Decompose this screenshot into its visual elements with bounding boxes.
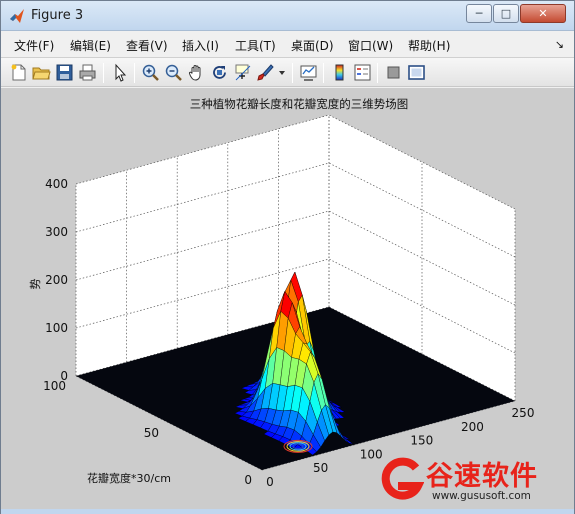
menu-window[interactable]: 窗口(W) — [348, 37, 393, 54]
x-tick-label: 50 — [313, 461, 328, 475]
toolbar-separator — [292, 63, 293, 83]
x-tick-label: 250 — [512, 406, 535, 420]
minimize-button[interactable]: ─ — [466, 4, 492, 23]
close-button[interactable]: ✕ — [520, 4, 566, 23]
z-tick-label: 400 — [45, 177, 68, 191]
figure-canvas[interactable]: 0 100 200 300 400 0 50 100 150 200 250 0 50 100 三种植物花… — [1, 88, 574, 509]
save-icon[interactable] — [55, 63, 74, 82]
z-axis-label: 势 — [29, 279, 42, 290]
zoom-in-icon[interactable] — [141, 63, 160, 82]
menu-tools[interactable]: 工具(T) — [235, 37, 276, 54]
pointer-icon[interactable] — [110, 63, 129, 82]
hide-plot-tools-icon[interactable] — [384, 63, 403, 82]
link-plot-icon[interactable] — [299, 63, 318, 82]
figure-window: Figure 3 ─ □ ✕ 文件(F) 编辑(E) 查看(V) 插入(I) 工… — [0, 0, 575, 514]
z-tick-label: 200 — [45, 273, 68, 287]
rotate-3d-icon[interactable] — [210, 63, 229, 82]
surface-plot[interactable]: 0100200300400050100150200250050100 三种植物花… — [1, 88, 574, 509]
y-tick-label: 100 — [43, 379, 66, 393]
matlab-logo-icon — [10, 9, 24, 23]
dropdown-arrow-icon[interactable] — [277, 63, 287, 82]
toolbar-separator — [377, 63, 378, 83]
colorbar-icon[interactable] — [330, 63, 349, 82]
window-bottom-frame — [1, 509, 574, 514]
legend-icon[interactable] — [353, 63, 372, 82]
dock-arrow-icon[interactable]: ↘ — [555, 38, 564, 51]
watermark-brand: 谷速软件 — [426, 461, 538, 492]
z-tick-label: 300 — [45, 225, 68, 239]
menu-bar: 文件(F) 编辑(E) 查看(V) 插入(I) 工具(T) 桌面(D) 窗口(W… — [1, 32, 574, 57]
figure-toolbar — [1, 57, 574, 87]
pan-hand-icon[interactable] — [187, 63, 206, 82]
x-tick-label: 150 — [410, 434, 433, 448]
menu-view[interactable]: 查看(V) — [126, 37, 168, 54]
menu-file[interactable]: 文件(F) — [14, 37, 54, 54]
x-tick-label: 200 — [461, 420, 484, 434]
menu-insert[interactable]: 插入(I) — [182, 37, 219, 54]
toolbar-separator — [103, 63, 104, 83]
zoom-out-icon[interactable] — [164, 63, 183, 82]
chart-title: 三种植物花瓣长度和花瓣宽度的三维势场图 — [190, 97, 409, 111]
x-tick-label: 0 — [266, 475, 274, 489]
toolbar-separator — [323, 63, 324, 83]
print-icon[interactable] — [78, 63, 97, 82]
y-tick-label: 50 — [144, 426, 159, 440]
title-bar[interactable]: Figure 3 ─ □ ✕ — [1, 1, 574, 31]
y-axis-label: 花瓣宽度*30/cm — [87, 471, 171, 485]
brush-icon[interactable] — [256, 63, 275, 82]
menu-desktop[interactable]: 桌面(D) — [291, 37, 334, 54]
new-file-icon[interactable] — [9, 63, 28, 82]
show-plot-tools-icon[interactable] — [407, 63, 426, 82]
menu-help[interactable]: 帮助(H) — [408, 37, 450, 54]
watermark: 谷速软件 www.gususoft.com — [376, 452, 574, 508]
z-tick-label: 100 — [45, 321, 68, 335]
window-title: Figure 3 — [31, 8, 84, 23]
maximize-button[interactable]: □ — [493, 4, 519, 23]
menu-edit[interactable]: 编辑(E) — [70, 37, 111, 54]
data-cursor-icon[interactable] — [233, 63, 252, 82]
y-tick-label: 0 — [244, 473, 252, 487]
open-folder-icon[interactable] — [32, 63, 51, 82]
watermark-url: www.gususoft.com — [432, 490, 531, 502]
toolbar-separator — [134, 63, 135, 83]
watermark-logo-icon — [381, 457, 424, 500]
